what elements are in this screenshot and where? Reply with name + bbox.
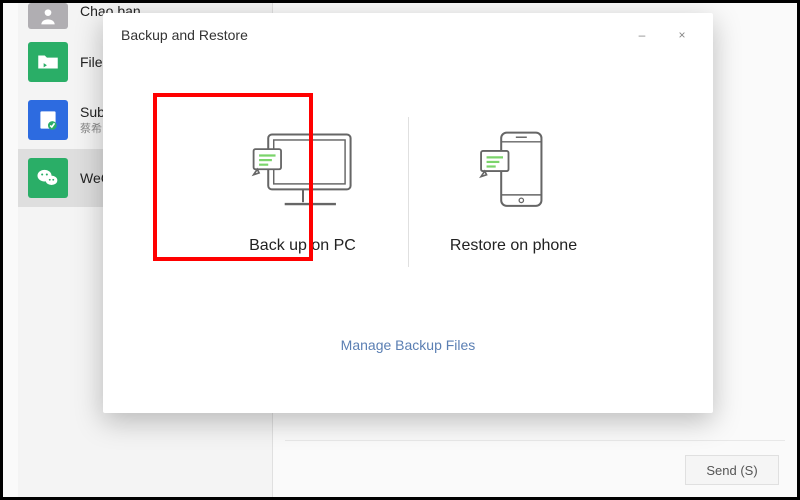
- minimize-button[interactable]: –: [625, 23, 659, 47]
- document-icon: [28, 100, 68, 140]
- avatar: [28, 3, 68, 29]
- restore-on-phone-option[interactable]: Restore on phone: [409, 111, 619, 273]
- backup-restore-dialog: Backup and Restore – ×: [103, 13, 713, 413]
- backup-on-pc-option[interactable]: Back up on PC: [198, 111, 408, 273]
- send-button[interactable]: Send (S): [685, 455, 779, 485]
- composer-divider: [285, 440, 785, 441]
- monitor-icon: [248, 129, 358, 215]
- folder-icon: [28, 42, 68, 82]
- dialog-title: Backup and Restore: [121, 27, 248, 43]
- close-button[interactable]: ×: [665, 23, 699, 47]
- backup-on-pc-label: Back up on PC: [249, 237, 356, 255]
- manage-backup-files-link[interactable]: Manage Backup Files: [341, 337, 476, 353]
- wechat-icon: [28, 158, 68, 198]
- phone-icon: [464, 129, 564, 215]
- dialog-titlebar: Backup and Restore – ×: [103, 13, 713, 47]
- restore-on-phone-label: Restore on phone: [450, 237, 577, 255]
- send-button-label: Send (S): [706, 463, 757, 478]
